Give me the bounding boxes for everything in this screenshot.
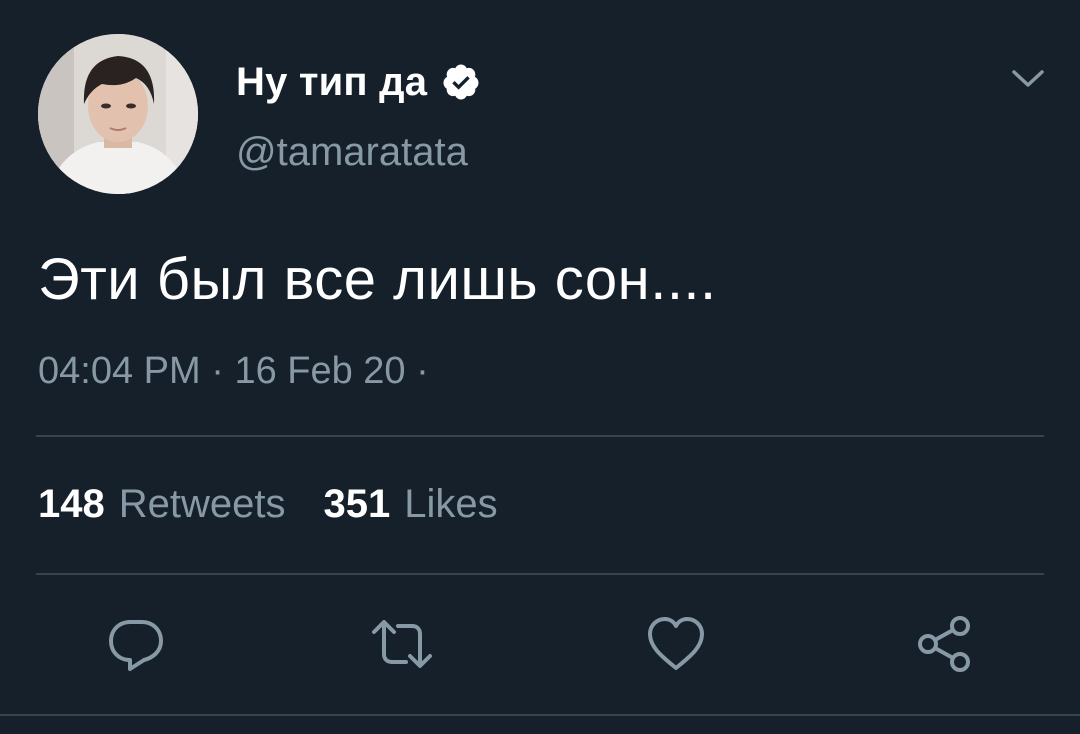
bottom-border [0, 714, 1080, 716]
display-name[interactable]: Ну тип да [236, 60, 427, 105]
meta-separator: · [211, 350, 224, 392]
avatar[interactable] [38, 34, 198, 194]
share-icon[interactable] [912, 612, 976, 676]
meta-separator-trailing: · [416, 350, 429, 392]
author-handle[interactable]: @tamaratata [236, 130, 468, 175]
tweet-text: Эти был все лишь сон.... [38, 247, 717, 312]
tweet-detail: Ну тип да @tamaratata Эти был все лишь с… [0, 0, 1080, 734]
tweet-timestamp[interactable]: 04:04 PM · 16 Feb 20 · [38, 350, 429, 393]
like-icon[interactable] [644, 612, 708, 676]
likes-label: Likes [404, 482, 498, 526]
chevron-down-icon[interactable] [1006, 60, 1050, 96]
retweets-label: Retweets [118, 482, 286, 526]
retweets-count: 148 [38, 482, 105, 526]
likes-count: 351 [323, 482, 391, 526]
reply-icon[interactable] [104, 612, 168, 676]
divider-top [36, 435, 1044, 437]
retweets-stat[interactable]: 148 Retweets [38, 482, 286, 527]
verified-badge-icon [443, 64, 479, 100]
avatar-photo [38, 34, 198, 194]
engagement-stats: 148 Retweets 351 Likes [38, 482, 498, 527]
retweet-icon[interactable] [370, 612, 434, 676]
tweet-date[interactable]: 16 Feb 20 [234, 350, 405, 392]
likes-stat[interactable]: 351 Likes [324, 482, 498, 527]
tweet-time[interactable]: 04:04 PM [38, 350, 201, 392]
author-name-row[interactable]: Ну тип да [236, 56, 481, 108]
divider-bottom [36, 573, 1044, 575]
